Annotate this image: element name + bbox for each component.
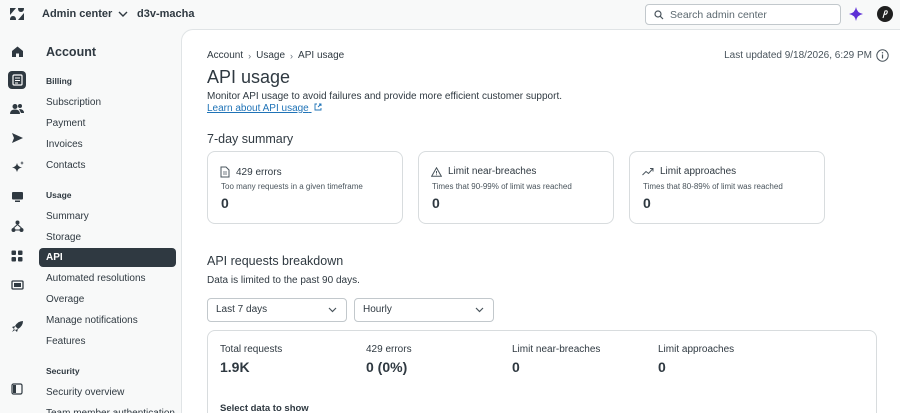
warning-icon — [431, 166, 442, 177]
secondary-nav: Account Billing Subscription Payment Inv… — [34, 29, 181, 413]
summary-card-limit-approaches: Limit approaches Times that 80-89% of li… — [629, 151, 825, 224]
nav-item-subscription[interactable]: Subscription — [39, 93, 176, 112]
stat-label: Limit approaches — [658, 344, 735, 355]
nav-item-summary[interactable]: Summary — [39, 207, 176, 226]
stat-limit-approaches: Limit approaches 0 — [658, 344, 734, 375]
stat-value: 0 — [658, 359, 666, 375]
card-header: Limit near-breaches — [431, 166, 536, 177]
chevron-down-icon — [328, 307, 337, 313]
breadcrumb-current: API usage — [298, 50, 345, 61]
collapse-sidebar-icon[interactable] — [9, 381, 25, 397]
card-subtitle: Times that 80-89% of limit was reached — [643, 182, 783, 191]
summary-title: 7-day summary — [207, 132, 294, 146]
summary-card-near-breaches: Limit near-breaches Times that 90-99% of… — [418, 151, 614, 224]
nav-item-team-member-authentication[interactable]: Team member authentication — [39, 404, 176, 413]
people-icon[interactable] — [9, 101, 25, 117]
user-avatar-icon — [882, 10, 888, 19]
avatar[interactable] — [877, 6, 893, 22]
stat-label: Total requests — [220, 344, 283, 355]
apps-integrations-icon[interactable] — [9, 248, 25, 264]
nav-item-api[interactable]: API — [39, 248, 176, 267]
chevron-down-icon — [118, 11, 128, 17]
workspaces-icon[interactable] — [9, 189, 25, 205]
page-title: API usage — [207, 67, 291, 87]
nav-section-usage: Usage — [46, 190, 72, 200]
breadcrumb-usage[interactable]: Usage — [256, 50, 285, 61]
search-icon — [654, 9, 664, 19]
last-updated: Last updated 9/18/2026, 6:29 PM — [724, 50, 872, 61]
stat-total-requests: Total requests 1.9K — [220, 344, 282, 375]
nav-title: Account — [46, 45, 96, 59]
breadcrumb-account[interactable]: Account — [207, 50, 243, 61]
home-icon[interactable] — [9, 43, 25, 59]
card-title: Limit near-breaches — [448, 166, 537, 177]
info-icon[interactable] — [876, 49, 889, 62]
stat-label: Limit near-breaches — [512, 344, 601, 355]
learn-more-link[interactable]: Learn about API usage — [207, 103, 322, 114]
nav-item-invoices[interactable]: Invoices — [39, 135, 176, 154]
nav-section-billing: Billing — [46, 76, 72, 86]
breakdown-note: Data is limited to the past 90 days. — [207, 275, 360, 286]
nav-item-manage-notifications[interactable]: Manage notifications — [39, 311, 176, 330]
external-link-icon — [314, 103, 321, 111]
chevron-right-icon: › — [290, 50, 294, 61]
breakdown-title: API requests breakdown — [207, 254, 344, 268]
nav-item-features[interactable]: Features — [39, 332, 176, 351]
account-icon[interactable] — [8, 71, 26, 89]
search-input[interactable] — [670, 8, 830, 21]
nav-item-contacts[interactable]: Contacts — [39, 156, 176, 175]
stat-label: 429 errors — [366, 344, 412, 355]
stat-value: 0 (0%) — [366, 359, 408, 375]
app-switcher-label: Admin center — [42, 8, 113, 20]
nav-item-storage[interactable]: Storage — [39, 228, 176, 247]
date-range-value: Last 7 days — [216, 304, 268, 315]
page-description: Monitor API usage to avoid failures and … — [207, 91, 563, 102]
zendesk-logo-icon[interactable] — [10, 7, 24, 21]
app-switcher-button[interactable]: Admin center — [42, 8, 128, 20]
main-content: Account › Usage › API usage Last updated… — [181, 29, 900, 413]
card-subtitle: Too many requests in a given timeframe — [221, 182, 363, 191]
stat-429-errors: 429 errors 0 (0%) — [366, 344, 412, 375]
chevron-down-icon — [475, 307, 484, 313]
product-rail — [0, 29, 34, 413]
chevron-right-icon: › — [248, 50, 252, 61]
breakdown-panel: Total requests 1.9K 429 errors 0 (0%) Li… — [207, 330, 877, 413]
card-header: 429 errors — [220, 166, 282, 178]
ai-icon[interactable] — [9, 159, 25, 175]
search-box[interactable] — [645, 4, 841, 25]
nav-item-payment[interactable]: Payment — [39, 114, 176, 133]
nav-section-security: Security — [46, 366, 80, 376]
subdomain-label: d3v-macha — [137, 8, 195, 20]
get-started-icon[interactable] — [9, 318, 25, 334]
channels-icon[interactable] — [9, 130, 25, 146]
nav-item-automated-resolutions[interactable]: Automated resolutions — [39, 269, 176, 288]
granularity-value: Hourly — [363, 304, 392, 315]
trend-up-icon — [642, 168, 654, 176]
card-value: 0 — [221, 195, 229, 211]
marketplace-icon[interactable] — [9, 277, 25, 293]
card-header: Limit approaches — [642, 166, 736, 177]
card-value: 0 — [643, 195, 651, 211]
card-title: Limit approaches — [660, 166, 737, 177]
granularity-select[interactable]: Hourly — [354, 298, 494, 322]
summary-card-429-errors: 429 errors Too many requests in a given … — [207, 151, 403, 224]
stat-value: 0 — [512, 359, 520, 375]
card-title: 429 errors — [236, 166, 282, 178]
card-subtitle: Times that 90-99% of limit was reached — [432, 182, 572, 191]
nav-item-security-overview[interactable]: Security overview — [39, 383, 176, 402]
stat-value: 1.9K — [220, 359, 250, 375]
learn-more-label: Learn about API usage — [207, 103, 309, 114]
select-data-label: Select data to show — [220, 403, 309, 413]
nav-item-overage[interactable]: Overage — [39, 290, 176, 309]
objects-rules-icon[interactable] — [9, 218, 25, 234]
document-icon — [220, 166, 230, 178]
ai-sparkle-icon[interactable] — [849, 7, 863, 21]
date-range-select[interactable]: Last 7 days — [207, 298, 347, 322]
breadcrumb: Account › Usage › API usage — [207, 50, 344, 61]
top-bar: Admin center d3v-macha — [0, 0, 900, 29]
stat-limit-near-breaches: Limit near-breaches 0 — [512, 344, 600, 375]
card-value: 0 — [432, 195, 440, 211]
